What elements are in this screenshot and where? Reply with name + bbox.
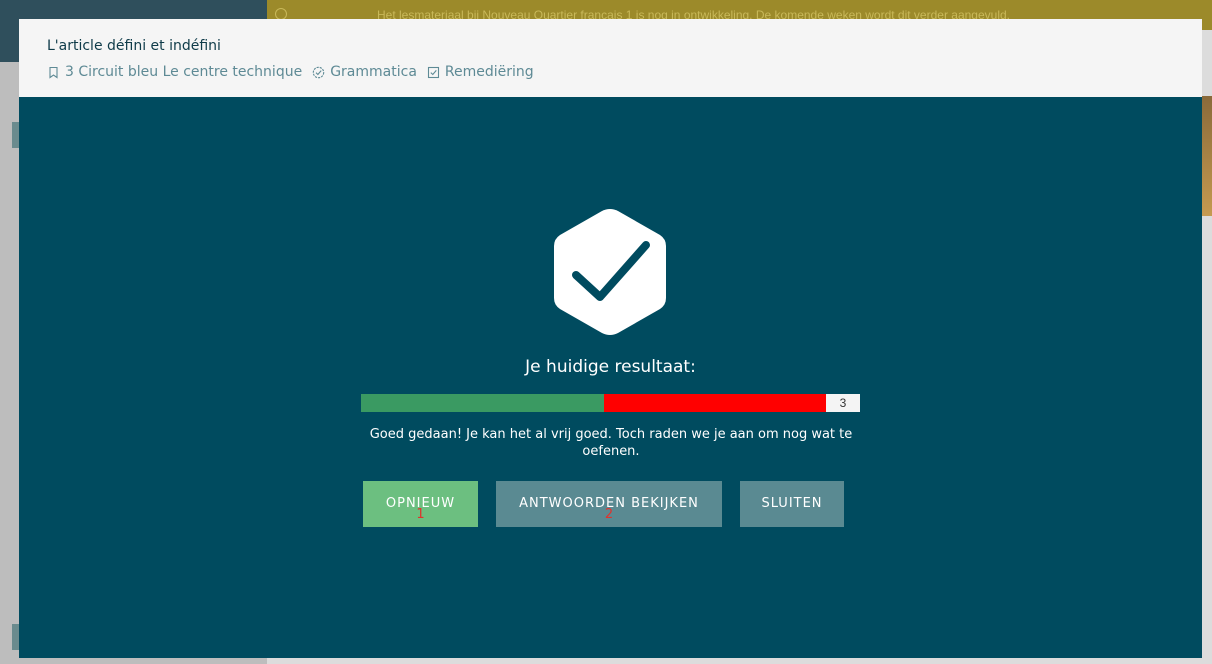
meta-category-label: Grammatica	[330, 64, 417, 80]
view-answers-button[interactable]: ANTWOORDEN BEKIJKEN 2	[496, 481, 722, 527]
bookmark-icon	[49, 66, 58, 79]
retry-button[interactable]: OPNIEUW 1	[363, 481, 478, 527]
meta-chapter-label: 3 Circuit bleu Le centre technique	[65, 64, 303, 80]
result-message: Goed gedaan! Je kan het al vrij goed. To…	[369, 427, 853, 459]
checkbox-icon	[427, 66, 439, 78]
score-count: 3	[826, 394, 860, 412]
exercise-title: L'article défini et indéfini	[47, 38, 221, 54]
retry-shortcut-hint: 1	[416, 507, 425, 522]
meta-type: Remediëring	[427, 64, 534, 80]
modal-header: L'article défini et indéfini 3 Circuit b…	[19, 19, 1202, 97]
score-bar-correct	[361, 394, 604, 412]
score-bar: 3	[361, 394, 860, 412]
meta-type-label: Remediëring	[444, 64, 534, 80]
checkmark-hexagon-icon	[554, 209, 666, 335]
result-title: Je huidige resultaat:	[525, 357, 696, 377]
check-badge-icon	[312, 66, 325, 78]
score-bar-incorrect	[604, 394, 826, 412]
meta-chapter: 3 Circuit bleu Le centre technique	[47, 64, 302, 80]
meta-category: Grammatica	[312, 64, 417, 80]
close-button[interactable]: SLUITEN	[740, 481, 844, 527]
exercise-meta: 3 Circuit bleu Le centre technique Gramm…	[47, 64, 534, 80]
view-answers-shortcut-hint: 2	[604, 507, 614, 522]
close-button-label: SLUITEN	[761, 496, 823, 511]
result-modal: L'article défini et indéfini 3 Circuit b…	[19, 19, 1202, 658]
